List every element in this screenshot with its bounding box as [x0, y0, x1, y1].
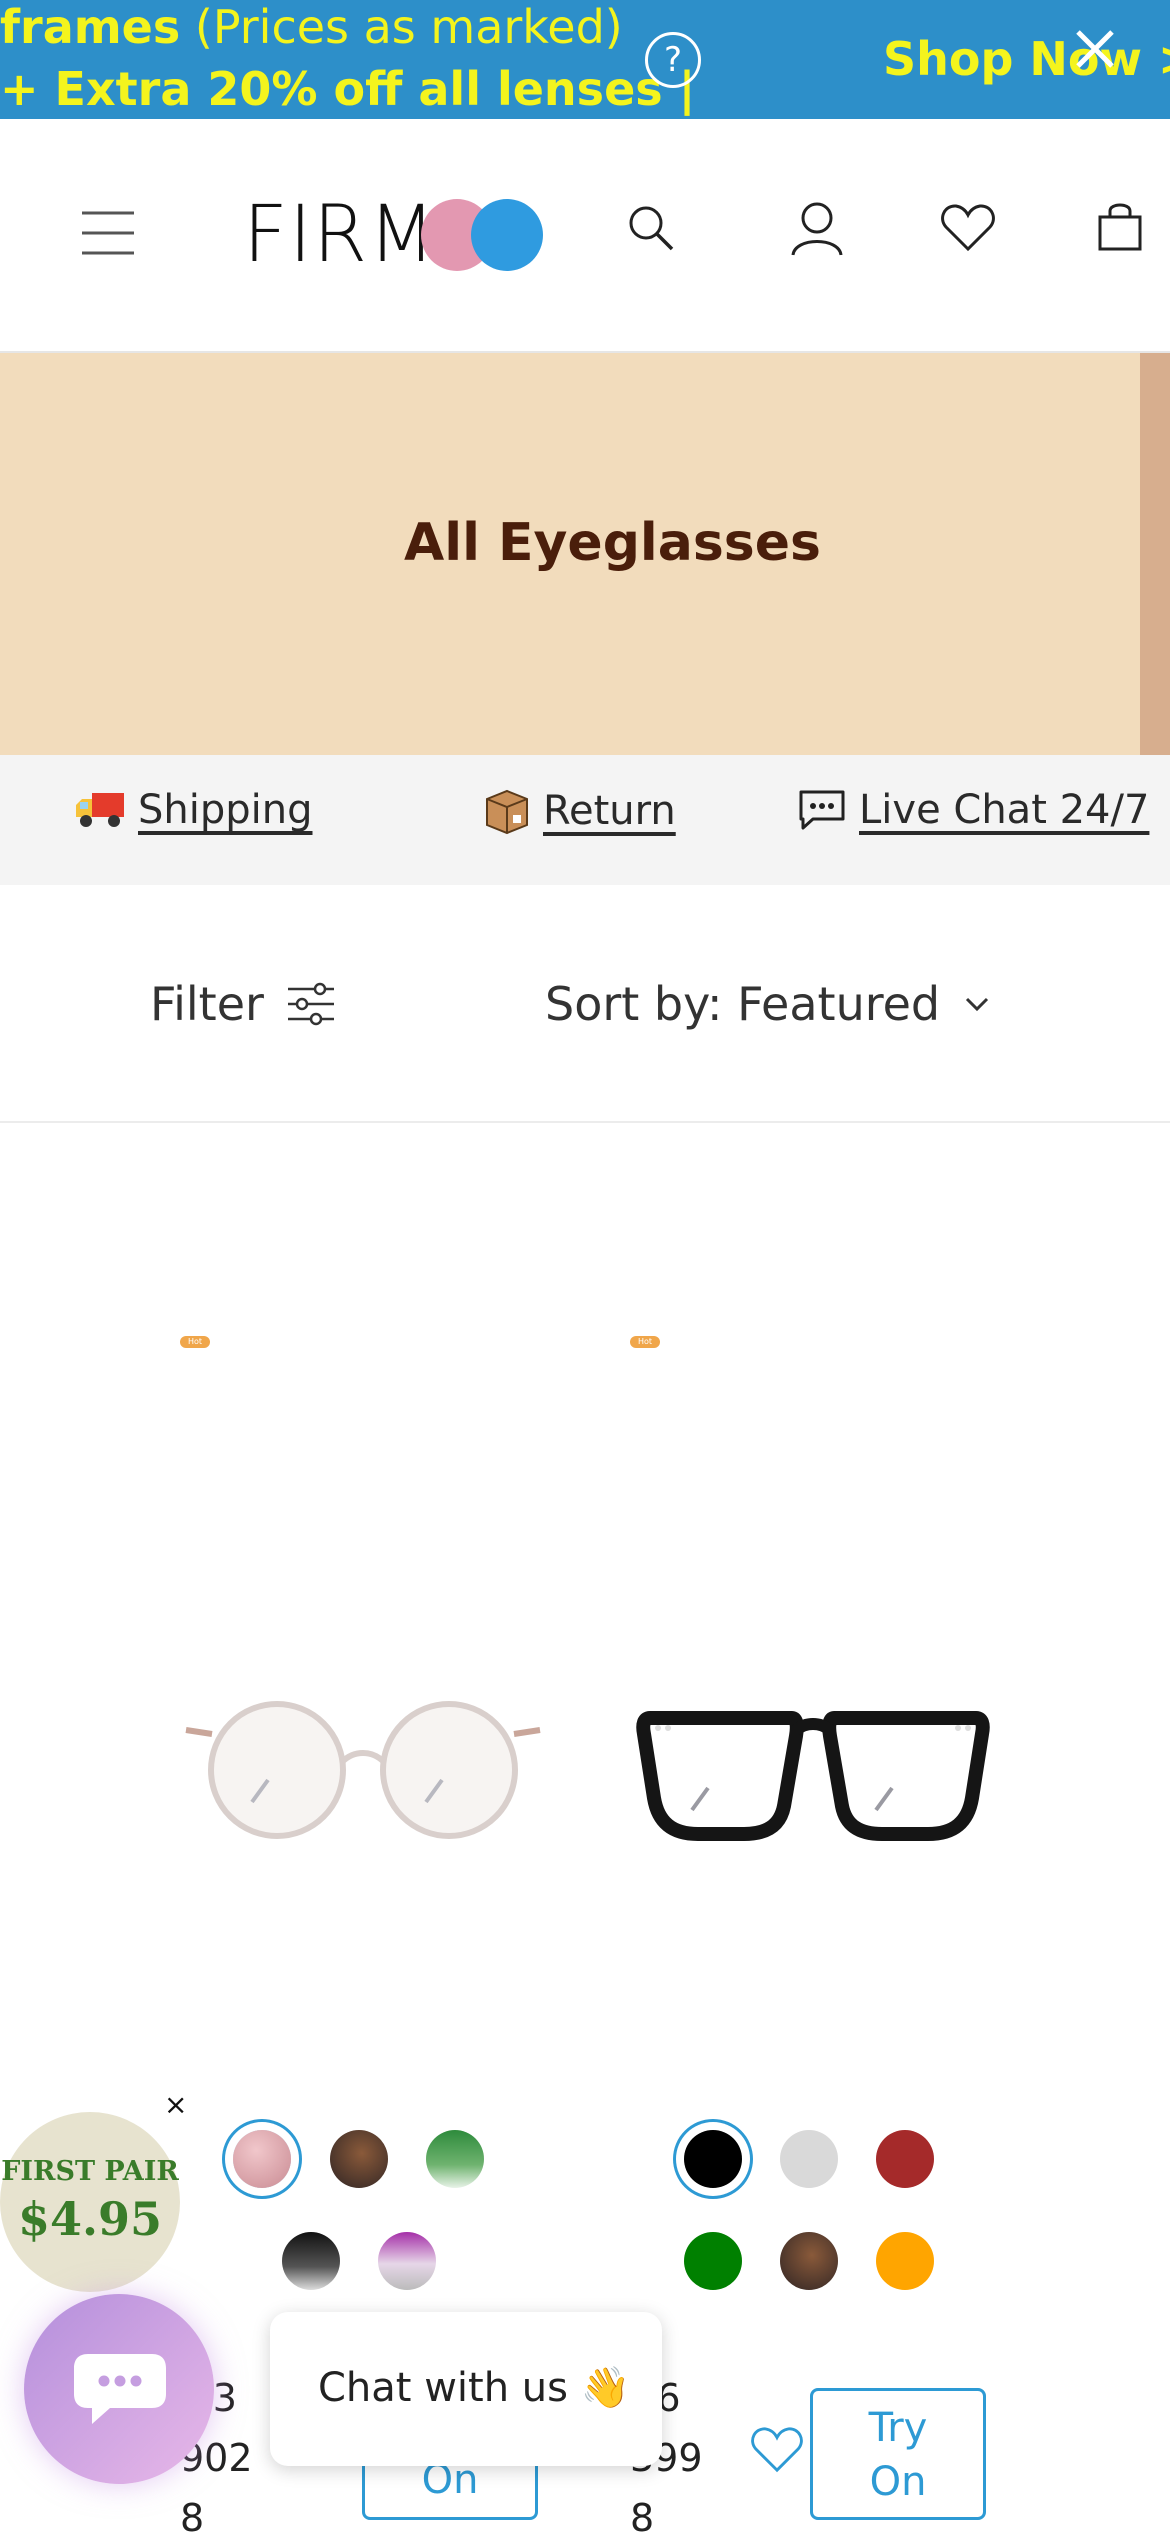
color-swatch-pink[interactable] — [233, 2130, 291, 2188]
color-swatch-tortoise[interactable] — [330, 2130, 388, 2188]
chat-bubble-icon — [799, 790, 845, 830]
chevron-down-icon — [966, 997, 989, 1012]
promo-line-1: frames (Prices as marked) — [0, 0, 623, 54]
sort-dropdown[interactable]: Sort by: Featured — [545, 977, 990, 1031]
live-chat-label: Live Chat 24/7 — [859, 787, 1150, 833]
color-swatch-purple-gradient[interactable] — [378, 2232, 436, 2290]
firmoo-logo[interactable]: FIRM — [243, 195, 548, 275]
favorite-heart-icon[interactable] — [750, 2426, 804, 2474]
clear-round-glasses-image[interactable] — [182, 1690, 544, 1860]
return-link[interactable]: Return — [483, 787, 676, 835]
category-banner: All Eyeglasses — [0, 353, 1170, 755]
first-pair-close-icon[interactable]: × — [164, 2088, 187, 2121]
color-swatch-green[interactable] — [684, 2232, 742, 2290]
promo-line-2: + Extra 20% off all lenses | — [0, 62, 696, 116]
try-on-button-2[interactable]: Try On — [810, 2388, 986, 2520]
page-title: All Eyeglasses — [404, 513, 821, 573]
filter-label: Filter — [150, 977, 264, 1031]
chat-popup-text: Chat with us 👋 — [318, 2365, 631, 2411]
logo-blue-circle — [471, 199, 543, 271]
shipping-link[interactable]: Shipping — [74, 787, 313, 833]
cart-bag-icon[interactable] — [1098, 201, 1142, 251]
sort-label: Sort by: Featured — [545, 977, 941, 1031]
help-icon[interactable]: ? — [645, 32, 701, 88]
filter-sort-bar: Filter Sort by: Featured — [0, 885, 1170, 1123]
shop-now-link[interactable]: Shop Now > — [883, 32, 1170, 86]
color-swatch-tortoise[interactable] — [780, 2232, 838, 2290]
color-swatch-green[interactable] — [426, 2130, 484, 2188]
site-header: FIRM — [0, 119, 1170, 353]
shipping-label: Shipping — [138, 787, 313, 833]
live-chat-link[interactable]: Live Chat 24/7 — [797, 787, 1149, 833]
color-swatch-black[interactable] — [684, 2130, 742, 2188]
package-box-icon — [486, 789, 528, 835]
hot-badge: Hot — [180, 1336, 210, 1348]
filter-button[interactable]: Filter — [150, 977, 336, 1031]
account-icon[interactable] — [790, 201, 844, 257]
return-label: Return — [543, 788, 676, 834]
search-icon[interactable] — [626, 203, 676, 253]
color-swatch-orange[interactable] — [876, 2232, 934, 2290]
promo-bar: frames (Prices as marked) + Extra 20% of… — [0, 0, 1170, 119]
close-icon[interactable] — [1070, 24, 1120, 74]
delivery-truck-icon — [76, 793, 124, 827]
chat-bubble-icon — [74, 2354, 166, 2424]
first-pair-offer-badge[interactable]: FIRST PAIR $4.95 — [0, 2112, 180, 2292]
hot-badge: Hot — [630, 1336, 660, 1348]
color-swatch-grey[interactable] — [780, 2130, 838, 2188]
service-bar: Shipping Return Live Chat 24/7 — [0, 755, 1170, 885]
color-swatch-black-gradient[interactable] — [282, 2232, 340, 2290]
black-square-glasses-image[interactable] — [632, 1690, 994, 1860]
filter-sliders-icon — [287, 982, 334, 1026]
wishlist-heart-icon[interactable] — [940, 203, 996, 253]
chat-popup[interactable]: Chat with us 👋 — [270, 2312, 662, 2466]
menu-icon[interactable] — [80, 209, 136, 257]
color-swatch-red[interactable] — [876, 2130, 934, 2188]
chat-launcher-button[interactable] — [24, 2294, 214, 2484]
